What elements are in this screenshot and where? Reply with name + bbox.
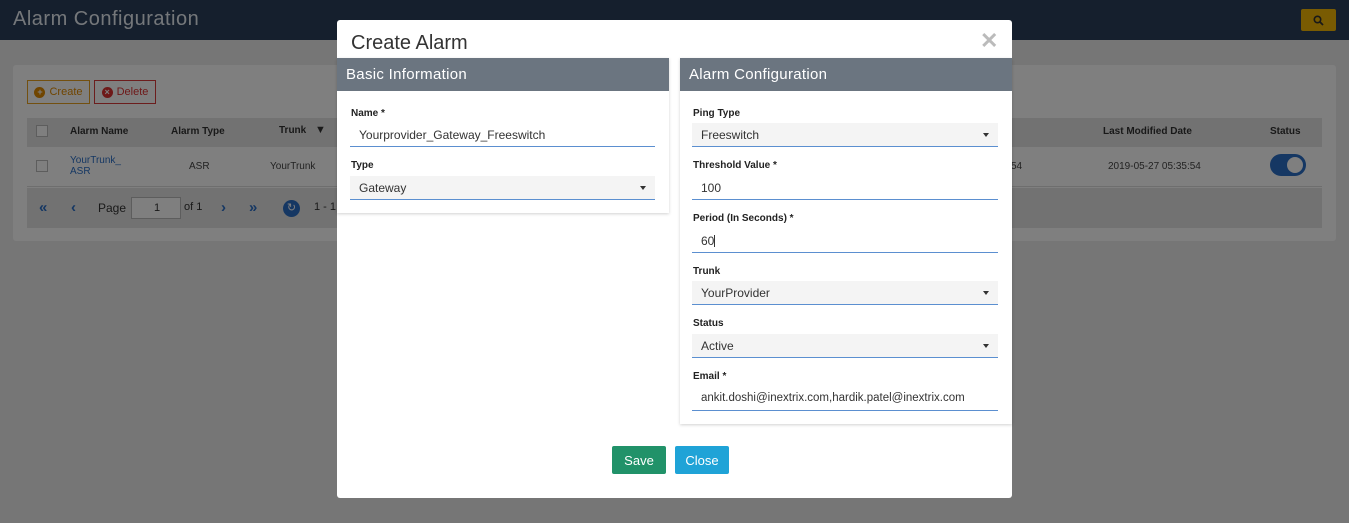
close-icon[interactable]: ✕ [980, 28, 998, 54]
caret-down-icon [640, 186, 646, 190]
caret-down-icon [983, 344, 989, 348]
basic-information-panel: Basic Information Name * Yourprovider_Ga… [337, 58, 669, 213]
type-label: Type [351, 160, 374, 171]
email-label: Email * [693, 371, 727, 382]
name-field-value: Yourprovider_Gateway_Freeswitch [359, 128, 546, 142]
email-field[interactable]: ankit.doshi@inextrix.com,hardik.patel@in… [692, 387, 998, 411]
ping-type-select[interactable]: Freeswitch [692, 123, 998, 147]
threshold-field[interactable]: 100 [692, 176, 998, 200]
caret-down-icon [983, 291, 989, 295]
status-value: Active [701, 339, 734, 353]
status-select[interactable]: Active [692, 334, 998, 358]
ping-type-value: Freeswitch [701, 128, 760, 142]
ping-type-label: Ping Type [693, 108, 741, 119]
modal-title: Create Alarm [351, 32, 468, 54]
name-field[interactable]: Yourprovider_Gateway_Freeswitch [350, 123, 655, 147]
text-cursor [714, 235, 716, 247]
trunk-value: YourProvider [701, 286, 770, 300]
email-value: ankit.doshi@inextrix.com,hardik.patel@in… [701, 392, 965, 404]
status-label: Status [693, 318, 724, 329]
basic-information-heading: Basic Information [337, 58, 669, 91]
type-select-value: Gateway [359, 181, 407, 195]
save-button[interactable]: Save [612, 446, 666, 474]
name-label: Name * [351, 108, 385, 119]
threshold-label: Threshold Value * [693, 160, 777, 171]
alarm-configuration-heading: Alarm Configuration [680, 58, 1012, 91]
period-label: Period (In Seconds) * [693, 213, 794, 224]
type-select[interactable]: Gateway [350, 176, 655, 200]
close-button[interactable]: Close [675, 446, 729, 474]
trunk-label: Trunk [693, 266, 721, 277]
threshold-value: 100 [701, 181, 722, 195]
create-alarm-modal: Create Alarm ✕ Basic Information Name * … [337, 20, 1012, 498]
trunk-select[interactable]: YourProvider [692, 281, 998, 305]
period-field[interactable]: 60 [692, 229, 998, 253]
period-value: 60 [701, 234, 715, 248]
caret-down-icon [983, 133, 989, 137]
alarm-configuration-panel: Alarm Configuration Ping Type Freeswitch… [680, 58, 1012, 424]
